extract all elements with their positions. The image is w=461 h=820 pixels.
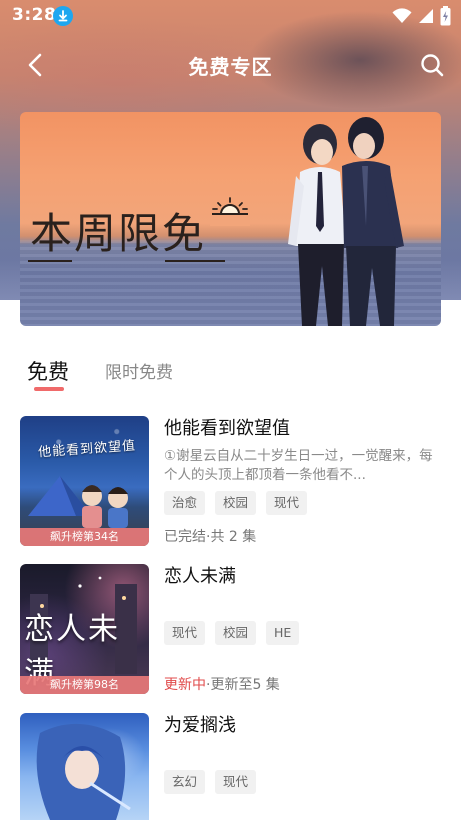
rank-badge: 飙升榜第34名	[20, 528, 149, 546]
tag: 治愈	[164, 491, 206, 515]
banner-characters	[288, 117, 404, 326]
tag: 校园	[215, 491, 257, 515]
tag-list: 现代 校园 HE	[164, 621, 441, 645]
item-description: ①谢星云自从二十岁生日一过，一觉醒来，每个人的头顶上都顶着一条他看不...	[164, 448, 433, 483]
tab-indicator	[34, 387, 64, 391]
tab-limited-free[interactable]: 限时免费	[105, 358, 173, 383]
search-button[interactable]	[417, 50, 447, 80]
cover-image	[20, 713, 149, 820]
item-status-text: 已完结·共 2 集	[164, 529, 257, 545]
top-nav: 免费专区	[0, 40, 461, 90]
item-status-text: ·更新至5 集	[206, 677, 280, 693]
rank-badge: 飙升榜第98名	[20, 676, 149, 694]
banner-underline-left	[28, 260, 72, 262]
download-icon	[53, 6, 73, 26]
list-item[interactable]: 为爱搁浅 玄幻 现代	[20, 713, 441, 820]
tag: HE	[266, 621, 300, 645]
item-status: 已完结·共 2 集	[164, 526, 256, 546]
battery-icon	[440, 6, 451, 26]
page-title: 免费专区	[188, 55, 273, 79]
cover-illustration	[36, 723, 131, 820]
item-info: 恋人未满 现代 校园 HE 更新中·更新至5 集	[164, 564, 441, 693]
status-updating-label: 更新中	[164, 677, 206, 693]
status-time: 3:28	[12, 5, 57, 25]
item-title: 他能看到欲望值	[164, 418, 290, 439]
banner-title: 本周限免	[30, 209, 207, 258]
tag: 现代	[215, 770, 257, 794]
cover-image: 恋人未满 飙升榜第98名	[20, 564, 149, 694]
sun-icon	[210, 197, 250, 226]
tag: 校园	[215, 621, 257, 645]
tag: 现代	[266, 491, 308, 515]
tag-list: 治愈 校园 现代	[164, 491, 441, 515]
tag: 现代	[164, 621, 206, 645]
list-item[interactable]: 恋人未满 飙升榜第98名 恋人未满 现代 校园 HE 更新中·更新至5 集	[20, 564, 441, 694]
promo-banner[interactable]: 本周限免	[20, 112, 441, 326]
search-icon	[421, 54, 444, 77]
item-status: 更新中·更新至5 集	[164, 674, 280, 694]
status-icons	[392, 6, 451, 26]
cover-image: 他能看到欲望值 飙升榜第34名	[20, 416, 149, 546]
tag-list: 玄幻 现代	[164, 770, 441, 794]
signal-icon	[419, 9, 433, 23]
item-info: 他能看到欲望值 ①谢星云自从二十岁生日一过，一觉醒来，每个人的头顶上都顶着一条他…	[164, 416, 441, 545]
wifi-icon	[392, 8, 412, 23]
item-info: 为爱搁浅 玄幻 现代	[164, 713, 441, 794]
list-item[interactable]: 他能看到欲望值 飙升榜第34名 他能看到欲望值 ①谢星云自从二十岁生日一过，一觉…	[20, 416, 441, 546]
tag: 玄幻	[164, 770, 206, 794]
status-bar: 3:28	[0, 0, 461, 32]
banner-underline-right	[165, 260, 225, 262]
tab-free[interactable]: 免费	[27, 356, 69, 386]
item-title: 恋人未满	[164, 566, 236, 587]
tab-bar: 免费 限时免费	[0, 326, 461, 392]
item-title: 为爱搁浅	[164, 715, 236, 736]
